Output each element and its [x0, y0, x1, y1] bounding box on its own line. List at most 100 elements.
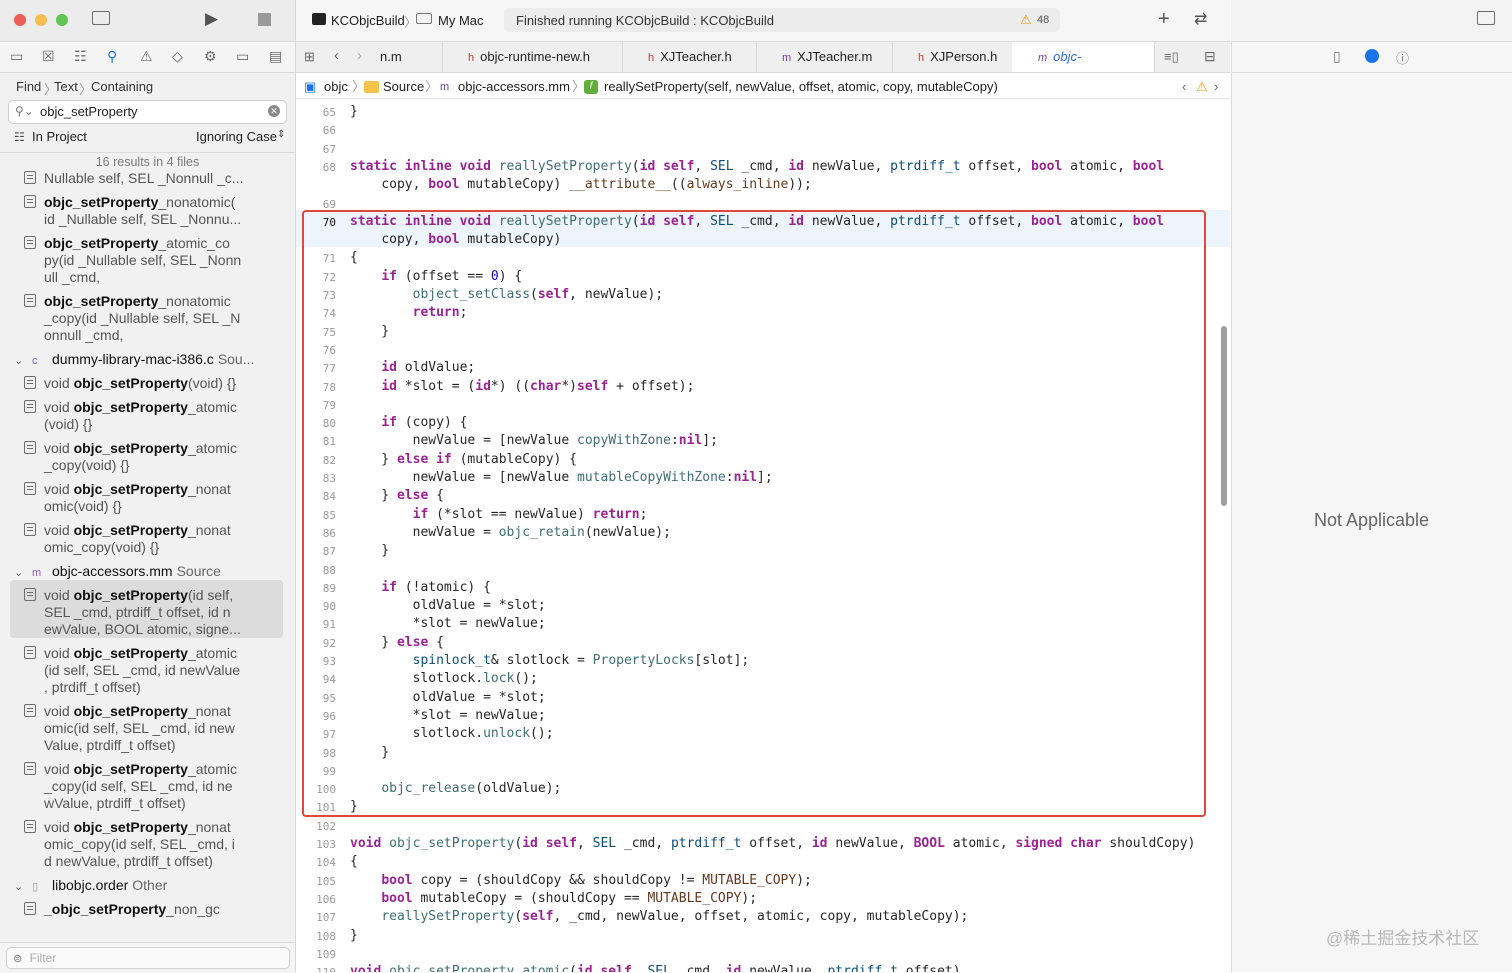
jumpbar-file[interactable]: objc-accessors.mm: [458, 76, 570, 98]
related-items-icon[interactable]: ⊞: [304, 49, 315, 65]
editor-tab[interactable]: m XJTeacher.m: [756, 42, 893, 72]
file-type-icon: ▯: [32, 881, 39, 893]
back-icon[interactable]: ‹: [334, 47, 339, 64]
chevron-down-icon[interactable]: ⌄: [14, 566, 28, 579]
sidebar-toggle-icon[interactable]: [92, 11, 110, 25]
result-item[interactable]: void objc_setProperty_nonat omic(id self,…: [24, 703, 284, 754]
search-input[interactable]: objc_setProperty: [40, 104, 138, 119]
result-file-group[interactable]: ⌄ m objc-accessors.mm Source: [14, 563, 284, 579]
inspector-panel: [1231, 0, 1512, 972]
result-item[interactable]: _objc_setProperty_non_gc: [24, 901, 284, 918]
code-line[interactable]: bool copy = (shouldCopy && shouldCopy !=…: [350, 873, 812, 888]
tab-label: XJPerson.h: [930, 49, 998, 64]
text-result-icon: [24, 762, 36, 775]
zoom-window-button[interactable]: [56, 14, 68, 26]
result-item[interactable]: void objc_setProperty_atomic _copy(id sel…: [24, 761, 284, 812]
close-window-button[interactable]: [14, 14, 26, 26]
editor-options-icon[interactable]: ≡▯: [1164, 49, 1179, 65]
chevron-down-icon[interactable]: ⌄: [14, 354, 28, 367]
inspector-toggle-icon[interactable]: [1477, 11, 1495, 25]
result-continuation: id _Nullable self, SEL _Nonnu...: [44, 211, 242, 227]
jumpbar-symbol[interactable]: reallySetProperty(self, newValue, offset…: [604, 76, 998, 98]
previous-issue-icon[interactable]: ‹: [1182, 76, 1186, 98]
case-sensitivity-selector[interactable]: Ignoring Case: [196, 129, 277, 144]
help-icon[interactable]: ⓘ: [1396, 48, 1409, 67]
stop-icon[interactable]: [258, 13, 271, 26]
find-mode-text[interactable]: Text: [54, 79, 78, 94]
find-scope-row: ☷ In Project Ignoring Case ⇕: [0, 127, 295, 147]
find-mode-find[interactable]: Find: [16, 79, 41, 94]
result-item[interactable]: void objc_setProperty_atomic _copy(void) …: [24, 440, 284, 474]
result-suffix: _nonatomic: [158, 293, 231, 309]
result-continuation: _copy(void) {}: [44, 457, 130, 473]
minimize-window-button[interactable]: [35, 14, 47, 26]
result-item[interactable]: void objc_setProperty(void) {}: [24, 375, 284, 392]
result-text: objc_setProperty_nonatomic: [44, 293, 284, 310]
warning-icon[interactable]: ⚠: [1196, 76, 1208, 98]
destination-selector[interactable]: My Mac: [438, 13, 484, 28]
result-item[interactable]: void objc_setProperty_atomic (id self, SE…: [24, 645, 284, 696]
find-search-field[interactable]: ⚲⌄ objc_setProperty ✕: [8, 100, 287, 124]
file-inspector-icon[interactable]: ▯: [1333, 48, 1341, 65]
filter-placeholder: Filter: [29, 951, 57, 965]
editor-tab-bar: ⊞ ‹ › n.m h objc-runtime-new.h h XJTeacher.h…: [296, 42, 1230, 95]
code-review-icon[interactable]: ⇄: [1194, 9, 1207, 29]
test-icon[interactable]: ◇: [172, 48, 183, 65]
scope-selector[interactable]: In Project: [32, 129, 87, 144]
code-line[interactable]: {: [350, 854, 358, 869]
find-mode-containing[interactable]: Containing: [91, 79, 153, 94]
result-file-group[interactable]: ⌄ ▯ libobjc.order Other: [14, 877, 284, 893]
editor-tab[interactable]: mobjc-accessors.m: [1012, 42, 1155, 95]
code-line[interactable]: static inline void reallySetProperty(id …: [350, 159, 1164, 174]
report-icon[interactable]: ▤: [269, 48, 282, 65]
run-icon[interactable]: ▶: [205, 9, 218, 29]
code-line[interactable]: }: [350, 928, 358, 943]
issue-icon[interactable]: ⚠: [140, 48, 153, 65]
code-line[interactable]: reallySetProperty(self, _cmd, newValue, …: [350, 909, 968, 924]
source-control-icon[interactable]: ☒: [42, 48, 55, 65]
result-match: objc_setProperty: [73, 761, 188, 777]
breakpoint-icon[interactable]: ▭: [236, 48, 249, 65]
header-file-icon: h: [468, 52, 475, 64]
next-issue-icon[interactable]: ›: [1214, 76, 1218, 98]
result-file-group[interactable]: ⌄ c dummy-library-mac-i386.c Sou...: [14, 351, 284, 367]
code-line[interactable]: bool mutableCopy = (shouldCopy == MUTABL…: [350, 891, 757, 906]
result-suffix: _nonat: [187, 819, 231, 835]
symbol-icon[interactable]: ☷: [74, 48, 87, 65]
result-prefix: void: [44, 645, 74, 661]
folder-icon[interactable]: ▭: [10, 48, 23, 65]
scheme-selector[interactable]: KCObjcBuild: [331, 13, 405, 28]
editor-tab[interactable]: h XJPerson.h: [892, 42, 1013, 72]
result-item[interactable]: void objc_setProperty_atomic (void) {}: [24, 399, 284, 433]
add-icon[interactable]: +: [1158, 8, 1170, 31]
code-line[interactable]: void objc_setProperty_atomic(id self, SE…: [350, 964, 961, 972]
jumpbar-project[interactable]: objc: [324, 76, 348, 98]
chevron-down-icon[interactable]: ⌄: [14, 880, 28, 893]
warning-icon[interactable]: ⚠: [1020, 12, 1032, 28]
result-item[interactable]: void objc_setProperty_nonat omic(void) {}: [24, 481, 284, 515]
code-line[interactable]: void objc_setProperty(id self, SEL _cmd,…: [350, 836, 1195, 851]
clear-search-icon[interactable]: ✕: [268, 105, 280, 117]
result-item[interactable]: void objc_setProperty_nonat omic_copy(id …: [24, 819, 284, 870]
editor-tab[interactable]: n.m: [380, 42, 443, 72]
jumpbar-folder[interactable]: Source: [383, 76, 424, 98]
result-item[interactable]: void objc_setProperty_nonat omic_copy(voi…: [24, 522, 284, 556]
debug-icon[interactable]: ⚙: [204, 48, 217, 65]
result-suffix: _nonat: [187, 481, 231, 497]
filter-field[interactable]: ⊜ Filter: [6, 947, 290, 969]
line-number: 102: [316, 819, 336, 833]
editor-tab[interactable]: h objc-runtime-new.h: [442, 42, 623, 72]
result-item[interactable]: Nullable self, SEL _Nonnull _c...: [24, 170, 284, 187]
history-inspector-icon[interactable]: [1365, 49, 1379, 63]
result-item[interactable]: void objc_setProperty(id self, SEL _cmd, …: [24, 587, 284, 638]
code-line[interactable]: }: [350, 104, 358, 119]
result-item[interactable]: objc_setProperty_atomic_co py(id _Nullabl…: [24, 235, 284, 286]
result-item[interactable]: objc_setProperty_nonatomic(id _Nullable …: [24, 194, 284, 228]
code-line[interactable]: copy, bool mutableCopy) __attribute__((a…: [350, 177, 812, 192]
split-editor-icon[interactable]: ⊟: [1204, 48, 1216, 65]
editor-tab[interactable]: h XJTeacher.h: [622, 42, 757, 72]
find-navigator-icon[interactable]: ⚲: [107, 48, 117, 65]
forward-icon[interactable]: ›: [357, 47, 362, 64]
result-item[interactable]: objc_setProperty_nonatomic _copy(id _Null…: [24, 293, 284, 344]
editor-scrollbar[interactable]: [1221, 326, 1227, 506]
